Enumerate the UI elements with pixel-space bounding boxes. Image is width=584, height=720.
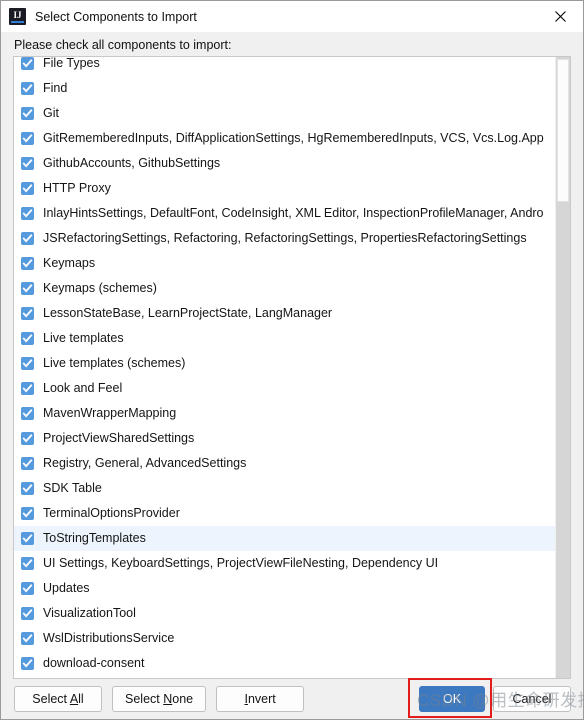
checkbox-checked-icon[interactable] — [21, 107, 34, 120]
select-all-label: Select All — [32, 692, 84, 706]
invert-button[interactable]: Invert — [216, 686, 305, 712]
scrollbar-thumb[interactable] — [557, 59, 569, 202]
checkbox-checked-icon[interactable] — [21, 632, 34, 645]
list-item-label: Live templates (schemes) — [43, 356, 186, 371]
checkbox-checked-icon[interactable] — [21, 132, 34, 145]
list-item-label: GithubAccounts, GithubSettings — [43, 156, 221, 171]
list-item[interactable]: GithubAccounts, GithubSettings — [14, 151, 555, 176]
checkbox-checked-icon[interactable] — [21, 57, 34, 70]
list-item-label: GitRememberedInputs, DiffApplicationSett… — [43, 131, 544, 146]
select-none-button[interactable]: Select None — [112, 686, 207, 712]
checkbox-checked-icon[interactable] — [21, 382, 34, 395]
checkbox-checked-icon[interactable] — [21, 257, 34, 270]
list-item[interactable]: LessonStateBase, LearnProjectState, Lang… — [14, 301, 555, 326]
checkbox-checked-icon[interactable] — [21, 457, 34, 470]
list-item-label: Find — [43, 81, 68, 96]
cancel-button[interactable]: Cancel — [493, 686, 571, 712]
checkbox-checked-icon[interactable] — [21, 157, 34, 170]
list-item[interactable]: download-consent — [14, 651, 555, 676]
checkbox-checked-icon[interactable] — [21, 532, 34, 545]
list-item-label: LessonStateBase, LearnProjectState, Lang… — [43, 306, 333, 321]
list-item-label: MavenWrapperMapping — [43, 406, 177, 421]
checkbox-checked-icon[interactable] — [21, 357, 34, 370]
list-item-label: SDK Table — [43, 481, 102, 496]
list-item-label: TerminalOptionsProvider — [43, 506, 180, 521]
list-item[interactable]: File Types — [14, 56, 555, 76]
ok-button[interactable]: OK — [419, 686, 485, 712]
select-none-label: Select None — [125, 692, 194, 706]
checkbox-checked-icon[interactable] — [21, 182, 34, 195]
list-item-label: Look and Feel — [43, 381, 123, 396]
button-bar: Select All Select None Invert OK Cancel — [13, 679, 571, 719]
list-item-label: VisualizationTool — [43, 606, 136, 621]
list-item-label: WslDistributionsService — [43, 631, 175, 646]
components-list-rows: File Types Find Git GitRememberedInputs, Di… — [14, 56, 555, 676]
list-item-label: Git — [43, 106, 59, 121]
dialog-window: IJ Select Components to Import Please ch… — [0, 0, 584, 720]
list-item-label: JSRefactoringSettings, Refactoring, Refa… — [43, 231, 527, 246]
close-icon[interactable] — [538, 1, 583, 32]
list-item[interactable]: SDK Table — [14, 476, 555, 501]
window-title: Select Components to Import — [35, 9, 197, 24]
list-item-label: ToStringTemplates — [43, 531, 146, 546]
list-item[interactable]: Keymaps — [14, 251, 555, 276]
list-item[interactable]: ProjectViewSharedSettings — [14, 426, 555, 451]
list-item[interactable]: WslDistributionsService — [14, 626, 555, 651]
list-item[interactable]: Git — [14, 101, 555, 126]
checkbox-checked-icon[interactable] — [21, 557, 34, 570]
list-item[interactable]: GitRememberedInputs, DiffApplicationSett… — [14, 126, 555, 151]
list-item[interactable]: Live templates — [14, 326, 555, 351]
list-item-label: Registry, General, AdvancedSettings — [43, 456, 247, 471]
list-item-label: Keymaps — [43, 256, 96, 271]
list-item-label: Keymaps (schemes) — [43, 281, 157, 296]
list-item-label: Live templates — [43, 331, 124, 346]
checkbox-checked-icon[interactable] — [21, 282, 34, 295]
list-item-label: Updates — [43, 581, 90, 596]
list-item-label: InlayHintsSettings, DefaultFont, CodeIns… — [43, 206, 544, 221]
invert-label: Invert — [244, 692, 276, 706]
list-item[interactable]: HTTP Proxy — [14, 176, 555, 201]
list-scrollbar[interactable] — [555, 57, 570, 678]
list-item-label: HTTP Proxy — [43, 181, 111, 196]
checkbox-checked-icon[interactable] — [21, 657, 34, 670]
list-item[interactable]: ToStringTemplates — [14, 526, 555, 551]
checkbox-checked-icon[interactable] — [21, 507, 34, 520]
list-item[interactable]: InlayHintsSettings, DefaultFont, CodeIns… — [14, 201, 555, 226]
prompt-label: Please check all components to import: — [14, 38, 232, 52]
select-all-button[interactable]: Select All — [14, 686, 102, 712]
checkbox-checked-icon[interactable] — [21, 207, 34, 220]
list-item[interactable]: Live templates (schemes) — [14, 351, 555, 376]
checkbox-checked-icon[interactable] — [21, 607, 34, 620]
checkbox-checked-icon[interactable] — [21, 407, 34, 420]
list-item-label: File Types — [43, 56, 100, 71]
checkbox-checked-icon[interactable] — [21, 307, 34, 320]
title-bar: IJ Select Components to Import — [1, 1, 583, 32]
checkbox-checked-icon[interactable] — [21, 82, 34, 95]
intellij-idea-icon: IJ — [9, 8, 26, 25]
checkbox-checked-icon[interactable] — [21, 432, 34, 445]
components-list[interactable]: File Types Find Git GitRememberedInputs, Di… — [13, 56, 571, 679]
list-item-label: UI Settings, KeyboardSettings, ProjectVi… — [43, 556, 439, 571]
list-item-label: download-consent — [43, 656, 145, 671]
checkbox-checked-icon[interactable] — [21, 582, 34, 595]
dialog-content: Please check all components to import: F… — [1, 32, 583, 719]
list-item[interactable]: JSRefactoringSettings, Refactoring, Refa… — [14, 226, 555, 251]
checkbox-checked-icon[interactable] — [21, 232, 34, 245]
list-item[interactable]: MavenWrapperMapping — [14, 401, 555, 426]
checkbox-checked-icon[interactable] — [21, 482, 34, 495]
list-item[interactable]: TerminalOptionsProvider — [14, 501, 555, 526]
list-item-label: ProjectViewSharedSettings — [43, 431, 195, 446]
list-item[interactable]: UI Settings, KeyboardSettings, ProjectVi… — [14, 551, 555, 576]
list-item[interactable]: Look and Feel — [14, 376, 555, 401]
list-item[interactable]: Find — [14, 76, 555, 101]
list-item[interactable]: Updates — [14, 576, 555, 601]
checkbox-checked-icon[interactable] — [21, 332, 34, 345]
list-item[interactable]: Registry, General, AdvancedSettings — [14, 451, 555, 476]
list-item[interactable]: VisualizationTool — [14, 601, 555, 626]
list-item[interactable]: Keymaps (schemes) — [14, 276, 555, 301]
